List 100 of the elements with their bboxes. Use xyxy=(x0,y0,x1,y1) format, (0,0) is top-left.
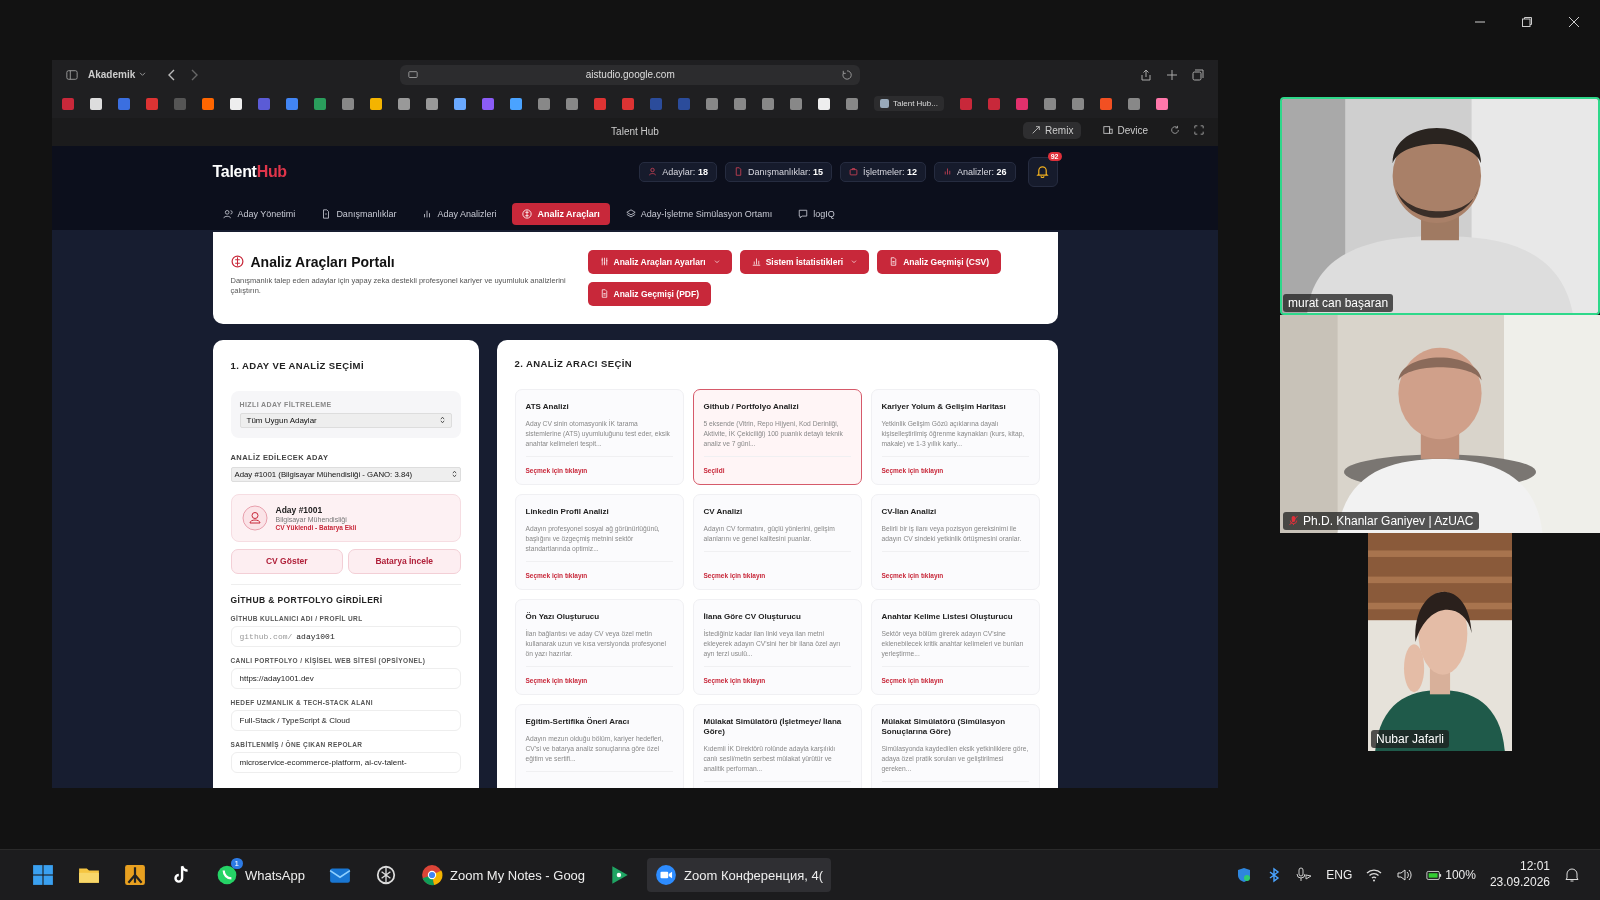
tool-title: Eğitim-Sertifika Öneri Aracı xyxy=(525,716,631,727)
panel-heading: 1. ADAY VE ANALİZ SEÇİMİ xyxy=(230,359,365,371)
microphone-icon[interactable] xyxy=(1296,867,1313,884)
document-icon xyxy=(321,208,332,219)
wifi-icon[interactable] xyxy=(1366,867,1383,884)
nav-tab[interactable]: Aday-İşletme Simülasyon Ortamı xyxy=(615,202,783,225)
tool-title: CV-İlan Analizi xyxy=(881,506,938,517)
bar-chart-icon xyxy=(422,208,433,219)
stat-badge: Danışmanlıklar: 15 xyxy=(724,161,832,182)
app-icon xyxy=(124,864,146,887)
close-icon[interactable] xyxy=(1568,16,1580,29)
input-field[interactable]: github.com/ aday1001 xyxy=(230,625,461,647)
refresh-icon[interactable] xyxy=(1170,125,1180,136)
chevron-down-icon xyxy=(713,259,720,264)
profile-menu[interactable]: Akademik xyxy=(88,69,147,81)
shield-icon[interactable] xyxy=(1236,867,1253,884)
tool-title: Anahtar Kelime Listesi Oluşturucu xyxy=(881,611,1014,622)
address-bar[interactable]: aistudio.google.com xyxy=(400,64,861,85)
tool-title: Mülakat Simülatörü (Simülasyon Sonuçlarına Göre) xyxy=(881,716,1007,737)
user-avatar-icon xyxy=(241,504,268,531)
bell-icon xyxy=(1036,165,1049,179)
new-tab-icon[interactable] xyxy=(1166,68,1178,81)
stat-badge: Analizler: 26 xyxy=(933,161,1016,182)
bookmark-icon[interactable] xyxy=(426,97,438,110)
notification-icon[interactable] xyxy=(1564,867,1580,884)
knot-icon xyxy=(375,864,397,887)
up-down-icon xyxy=(451,470,457,479)
bookmark-icon[interactable] xyxy=(398,97,410,110)
chat-icon xyxy=(216,864,238,887)
logo[interactable]: TalentHub xyxy=(212,162,287,181)
volume-icon[interactable] xyxy=(1396,867,1413,884)
grid-icon xyxy=(32,864,54,887)
bookmark-icon[interactable] xyxy=(818,97,830,110)
tool-title: Github / Portfolyo Analizi xyxy=(703,401,800,412)
stat-badge: İşletmeler: 12 xyxy=(839,161,926,182)
bar-chart-icon xyxy=(751,257,761,267)
remix-button[interactable]: Remix xyxy=(1023,121,1082,139)
tool-title: ATS Analizi xyxy=(525,401,570,412)
tool-title: CV Analizi xyxy=(703,506,744,517)
document-icon xyxy=(599,289,609,299)
chat-icon xyxy=(798,208,809,219)
tabs-icon[interactable] xyxy=(1192,68,1204,81)
tool-title: İlana Göre CV Oluşturucu xyxy=(703,611,802,622)
bookmark-icon[interactable] xyxy=(230,97,242,110)
tool-title: Mülakat Simülatörü (İşletmeye/ İlana Göre) xyxy=(703,716,843,737)
section-heading: GİTHUB & PORTFOLYO GİRDİLERİ xyxy=(230,594,384,605)
taskbar-app[interactable]: Zoom Конференция, 4( xyxy=(647,858,831,893)
nav-tab[interactable]: Aday Analizleri xyxy=(412,202,507,225)
input-field[interactable]: https://aday1001.dev xyxy=(230,667,461,689)
language-indicator[interactable]: ENG xyxy=(1326,868,1353,883)
portal-title: Analiz Araçları Portalı xyxy=(250,253,395,270)
taskbar-app[interactable]: Zoom My Notes - Goog xyxy=(413,858,594,893)
device-button[interactable]: Device xyxy=(1095,121,1156,139)
layers-icon xyxy=(625,208,636,219)
nav-tab[interactable]: logIQ xyxy=(788,202,845,225)
video-camera-icon xyxy=(655,864,678,887)
bookmark-icon[interactable] xyxy=(370,97,382,110)
taskbar-app[interactable]: 1 WhatsApp xyxy=(208,858,313,893)
portal-action-button[interactable]: Sistem İstatistikleri xyxy=(739,249,870,274)
document-icon xyxy=(889,257,899,267)
page-title: Talent Hub xyxy=(611,126,659,138)
arrow-icon xyxy=(1031,125,1042,136)
candidate-name: Aday #1001 xyxy=(275,504,324,515)
battery-indicator[interactable]: 100% xyxy=(1426,867,1476,884)
nav-tab[interactable]: Aday Yönetimi xyxy=(212,202,306,225)
sidebar-icon[interactable] xyxy=(66,68,78,81)
fullscreen-icon[interactable] xyxy=(1194,125,1204,136)
bookmark-icon[interactable] xyxy=(510,97,522,110)
share-icon[interactable] xyxy=(1140,68,1152,81)
restore-icon[interactable] xyxy=(1521,16,1533,29)
browser-icon xyxy=(421,864,443,887)
up-down-icon xyxy=(439,416,445,425)
candidate-action-button[interactable]: Batarya İncele xyxy=(348,548,461,574)
filter-select[interactable]: Tüm Uygun Adaylar xyxy=(239,412,452,428)
bookmark-icon[interactable] xyxy=(90,97,102,110)
portal-action-button[interactable]: Analiz Araçları Ayarları xyxy=(587,249,732,274)
chevron-down-icon xyxy=(851,259,858,264)
nav-tab[interactable]: Danışmanlıklar xyxy=(311,202,407,225)
portal-action-button[interactable]: Analiz Geçmişi (CSV) xyxy=(877,249,1002,274)
users-icon xyxy=(222,208,233,219)
panel-heading: 2. ANALİZ ARACI SEÇİN xyxy=(514,357,633,369)
portal-action-button[interactable]: Analiz Geçmişi (PDF) xyxy=(587,281,711,306)
bookmark-icon[interactable] xyxy=(1155,97,1168,110)
devices-icon xyxy=(1103,125,1114,136)
candidate-action-button[interactable]: CV Göster xyxy=(230,548,343,574)
input-field[interactable]: Full-Stack / TypeScript & Cloud xyxy=(230,709,461,731)
bookmark-icon[interactable] xyxy=(454,97,466,110)
sliders-icon xyxy=(599,257,609,267)
unread-badge: 1 xyxy=(230,858,243,870)
input-field[interactable]: microservice-ecommerce-platform, ai-cv-talent- xyxy=(230,751,461,773)
stat-badge: Adaylar: 18 xyxy=(639,161,717,182)
tool-title: Ön Yazı Oluşturucu xyxy=(525,611,601,622)
tool-title: Linkedin Profil Analizi xyxy=(525,506,610,517)
nav-tab[interactable]: Analiz Araçları xyxy=(512,202,610,225)
users-icon xyxy=(648,167,658,177)
briefcase-icon xyxy=(848,167,858,177)
document-icon xyxy=(733,167,743,177)
clock[interactable]: 12:01 23.09.2026 xyxy=(1489,859,1550,891)
browser-tab[interactable]: Talent Hub... xyxy=(874,96,944,112)
tool-title: Kariyer Yolum & Gelişim Haritası xyxy=(881,401,1007,412)
